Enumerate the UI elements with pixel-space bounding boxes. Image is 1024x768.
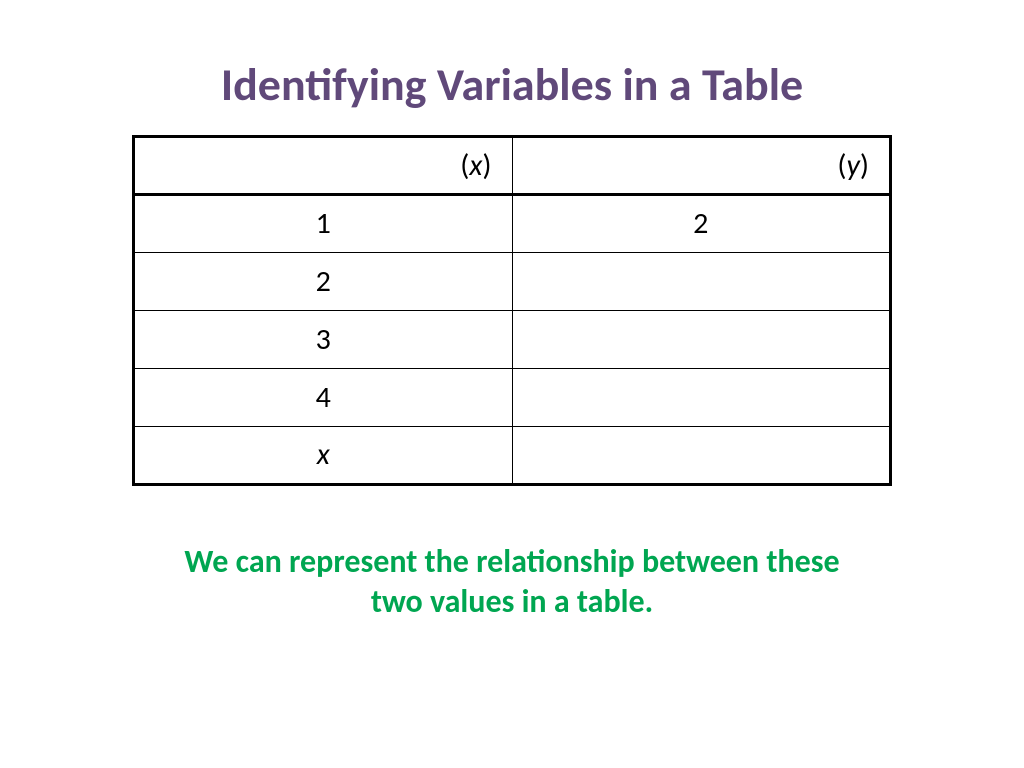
cell-x: 2 xyxy=(134,252,513,310)
caption-line-1: We can represent the relationship betwee… xyxy=(184,542,839,582)
table-row: 2 xyxy=(134,252,891,310)
table-row: x xyxy=(134,426,891,484)
cell-y xyxy=(512,426,891,484)
cell-y xyxy=(512,368,891,426)
cell-x: x xyxy=(134,426,513,484)
cell-value: x xyxy=(317,436,330,473)
header-y: (y) xyxy=(512,136,891,194)
paren-close: ) xyxy=(860,147,869,184)
header-x-var: x xyxy=(469,147,482,184)
cell-y: 2 xyxy=(512,194,891,252)
cell-x: 1 xyxy=(134,194,513,252)
cell-x: 4 xyxy=(134,368,513,426)
paren-close: ) xyxy=(482,147,491,184)
table-row: 3 xyxy=(134,310,891,368)
cell-value: 3 xyxy=(316,321,331,358)
header-x: (x) xyxy=(134,136,513,194)
caption-block: We can represent the relationship betwee… xyxy=(184,542,839,622)
cell-value: 2 xyxy=(693,205,708,242)
page-title: Identifying Variables in a Table xyxy=(221,60,803,111)
slide: Identifying Variables in a Table (x) (y)… xyxy=(0,0,1024,768)
variables-table: (x) (y) 1 2 2 3 4 xyxy=(132,135,892,486)
cell-y xyxy=(512,310,891,368)
table-header-row: (x) (y) xyxy=(134,136,891,194)
cell-value: 4 xyxy=(316,379,331,416)
table-row: 1 2 xyxy=(134,194,891,252)
cell-y xyxy=(512,252,891,310)
table-row: 4 xyxy=(134,368,891,426)
cell-value: 1 xyxy=(316,205,331,242)
cell-x: 3 xyxy=(134,310,513,368)
caption-line-2: two values in a table. xyxy=(184,582,839,622)
header-y-var: y xyxy=(846,147,859,184)
cell-value: 2 xyxy=(316,263,331,300)
